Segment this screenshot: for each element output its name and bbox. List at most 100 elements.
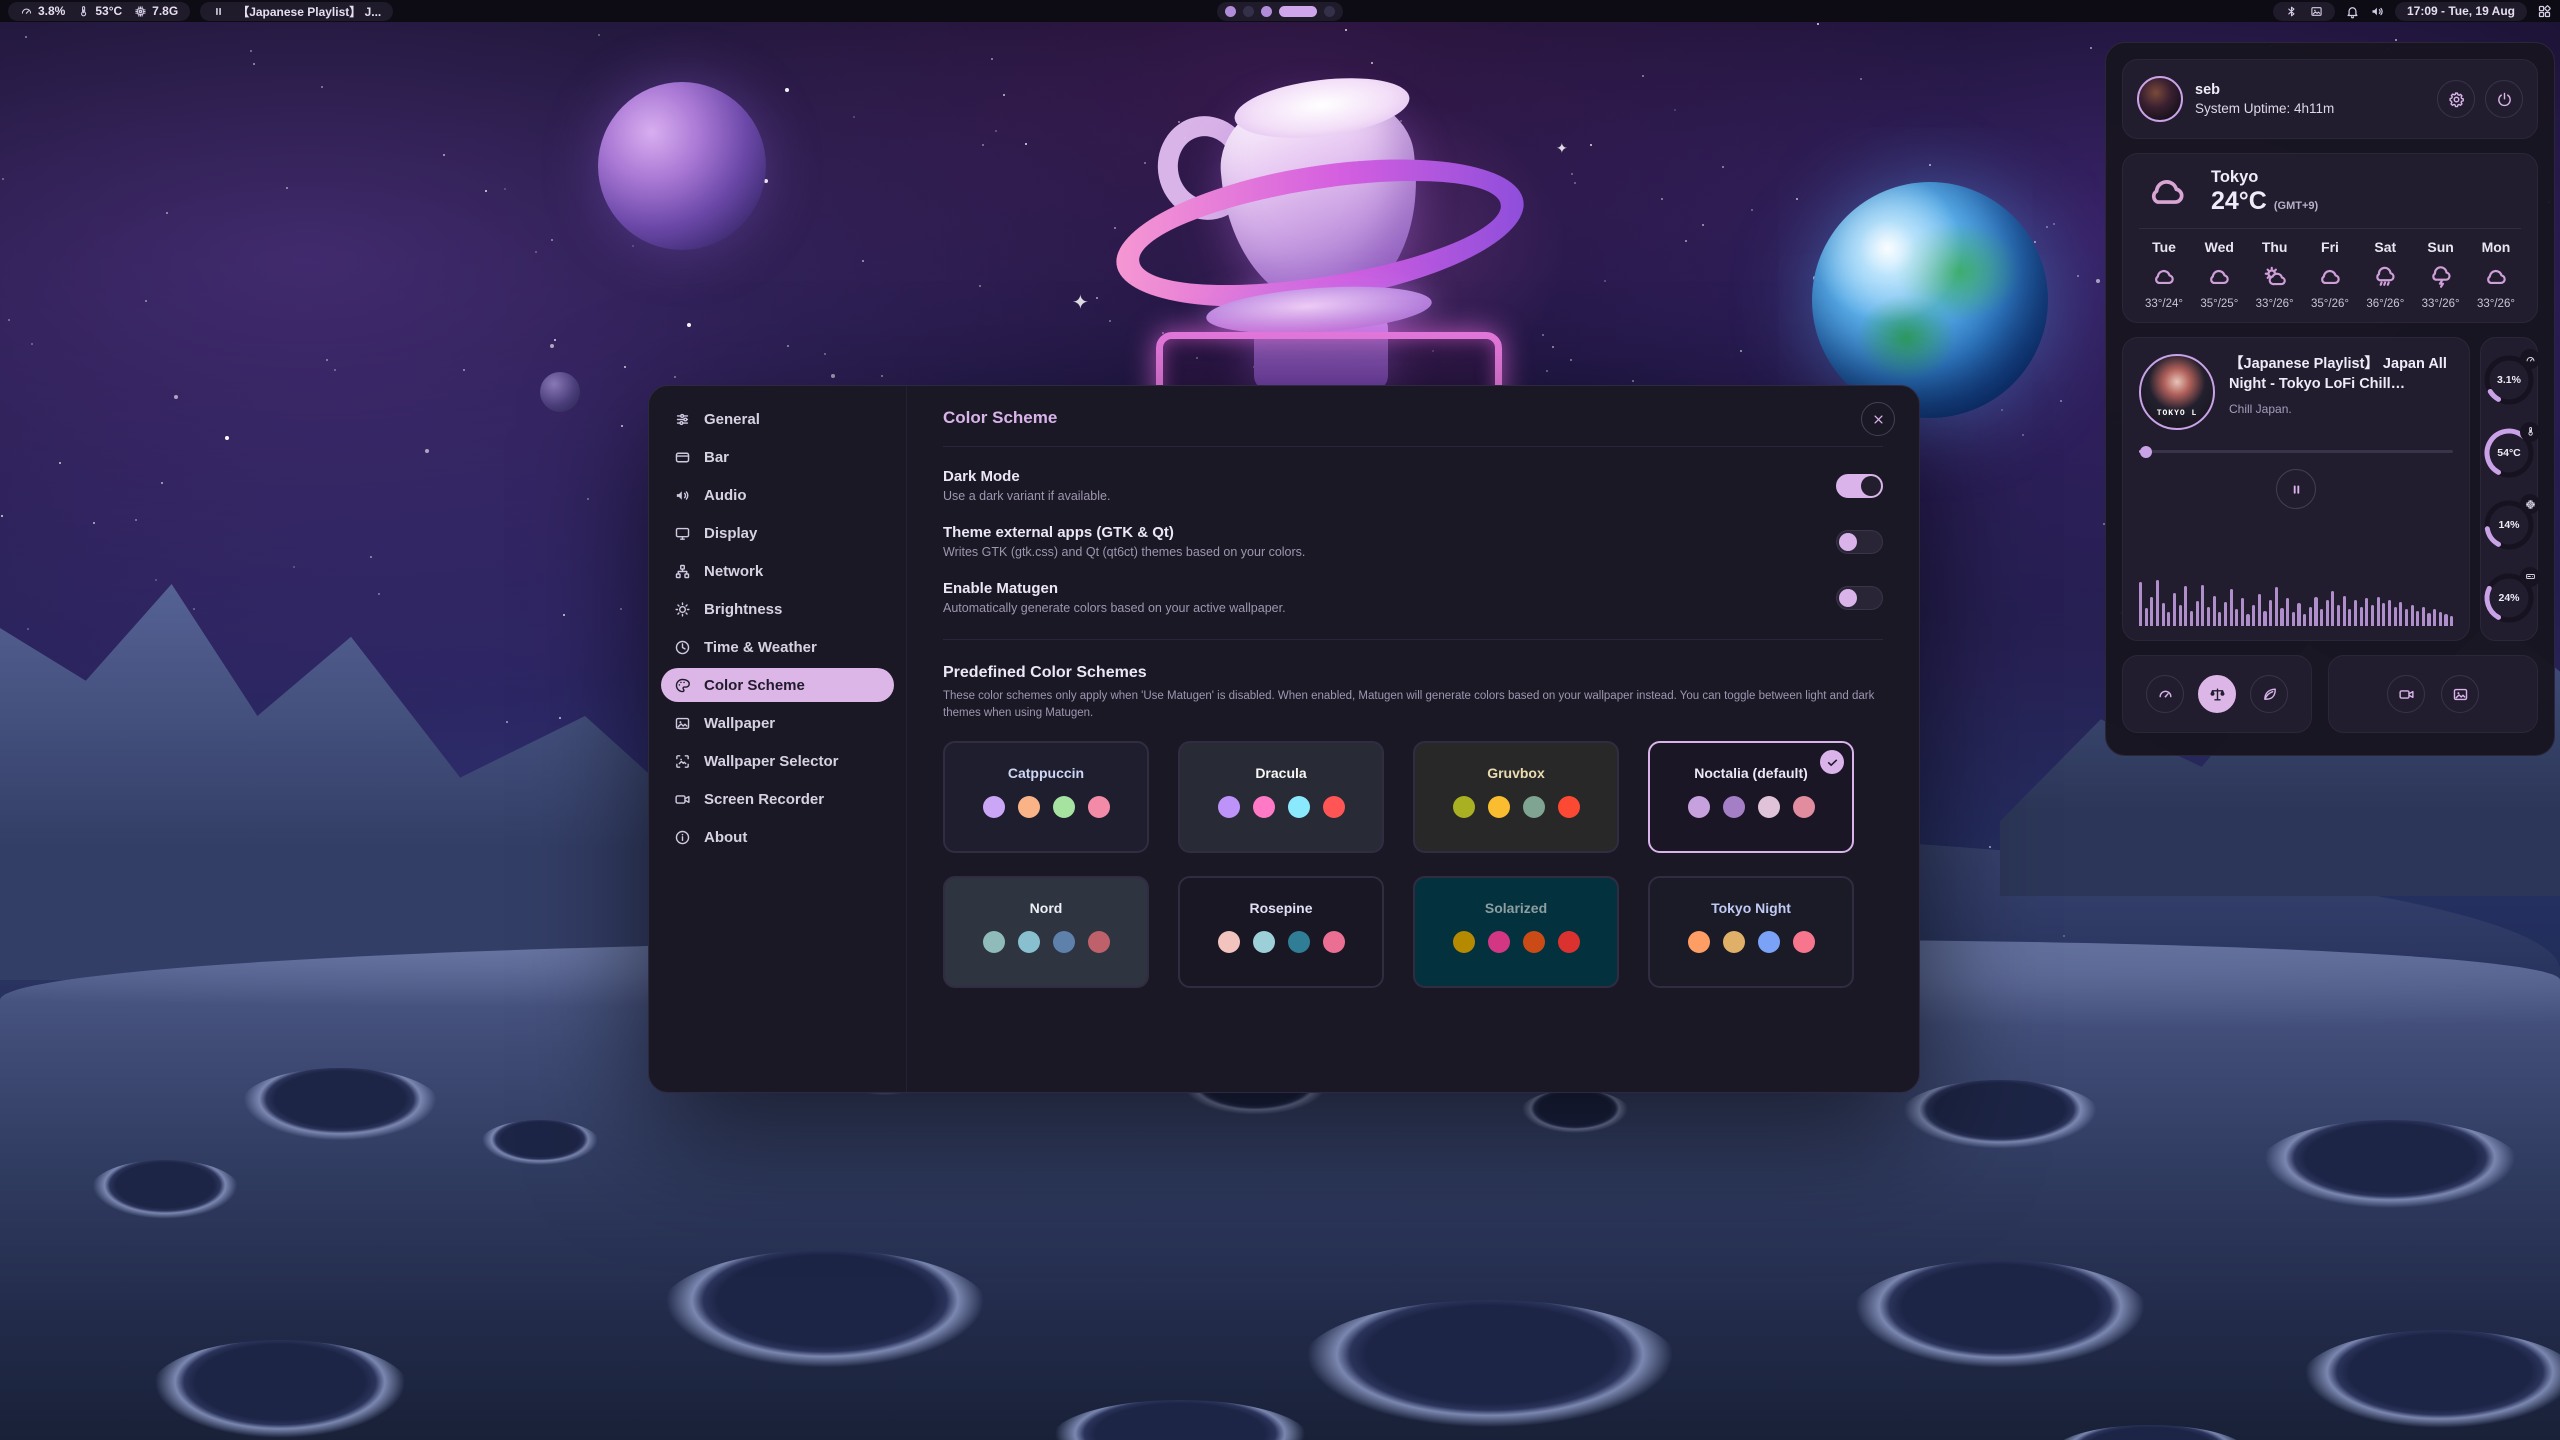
suncloud-icon (2262, 264, 2288, 290)
visualizer-bar (2444, 614, 2447, 626)
visualizer-bar (2201, 585, 2204, 626)
workspace-dot-focused[interactable] (1279, 6, 1317, 17)
shortcut-button-videocam[interactable] (2387, 675, 2425, 713)
scheme-name: Catppuccin (1008, 765, 1084, 781)
bell-icon[interactable] (2345, 4, 2360, 19)
visualizer-bar (2309, 607, 2312, 626)
sidebar-item-wallpaper[interactable]: Wallpaper (661, 706, 894, 740)
workspace-dot-occupied[interactable] (1261, 6, 1272, 17)
clock-pill[interactable]: 17:09 - Tue, 19 Aug (2395, 2, 2527, 21)
weather-card: Tokyo 24°C (GMT+9) Tue33°/24°Wed35°/25°T… (2122, 153, 2538, 323)
crater (1520, 1090, 1630, 1134)
sidebar-item-about[interactable]: About (661, 820, 894, 854)
clock-icon (674, 639, 691, 656)
profile-button-gauge[interactable] (2146, 675, 2184, 713)
scheme-card-dracula[interactable]: Dracula (1178, 741, 1384, 853)
wallpaper-icon[interactable] (2310, 5, 2323, 18)
sidebar-item-display[interactable]: Display (661, 516, 894, 550)
scheme-card-gruvbox[interactable]: Gruvbox (1413, 741, 1619, 853)
visualizer-bar (2382, 603, 2385, 626)
cloud-icon (2206, 264, 2232, 290)
system-stats-pill[interactable]: 3.8% 53°C 7.8G (8, 2, 190, 21)
profile-button-scales[interactable] (2198, 675, 2236, 713)
forecast-day-label: Thu (2262, 239, 2288, 255)
user-info: seb System Uptime: 4h11m (2195, 82, 2334, 116)
visualizer-bar (2348, 609, 2351, 626)
profile-button-leaf[interactable] (2250, 675, 2288, 713)
scheme-card-catppuccin[interactable]: Catppuccin (943, 741, 1149, 853)
section-description: These color schemes only apply when 'Use… (943, 688, 1883, 721)
scheme-name: Tokyo Night (1711, 900, 1791, 916)
sidebar-item-screen-recorder[interactable]: Screen Recorder (661, 782, 894, 816)
toggle-dark-mode[interactable] (1836, 474, 1883, 498)
sparkle: ✦ (1072, 290, 1089, 315)
workspace-dot-empty[interactable] (1324, 6, 1335, 17)
disk-icon (2520, 567, 2540, 587)
sidebar-item-color-scheme[interactable]: Color Scheme (661, 668, 894, 702)
visualizer-bar (2241, 598, 2244, 626)
seek-knob[interactable] (2140, 446, 2152, 458)
visualizer-bar (2427, 613, 2430, 626)
visualizer-bar (2331, 591, 2334, 626)
visualizer-bar (2235, 609, 2238, 626)
bluetooth-icon[interactable] (2285, 5, 2298, 18)
power-profiles-card (2122, 655, 2312, 733)
tray-pill[interactable] (2273, 2, 2335, 21)
scheme-name: Gruvbox (1487, 765, 1545, 781)
workspace-dot-occupied[interactable] (1225, 6, 1236, 17)
setting-title: Theme external apps (GTK & Qt) (943, 524, 1305, 541)
color-dot (1218, 931, 1240, 953)
scheme-colors (983, 796, 1110, 818)
storm-icon (2428, 264, 2454, 290)
sidebar-item-brightness[interactable]: Brightness (661, 592, 894, 626)
earth-planet (1812, 182, 2048, 418)
scheme-card-solarized[interactable]: Solarized (1413, 876, 1619, 988)
forecast-day-label: Wed (2205, 239, 2234, 255)
sidebar-item-bar[interactable]: Bar (661, 440, 894, 474)
crater (1900, 1080, 2100, 1150)
pause-button[interactable] (2276, 469, 2316, 509)
media-pill[interactable]: 【Japanese Playlist】 J... (200, 2, 393, 21)
sidebar-item-general[interactable]: General (661, 402, 894, 436)
settings-button[interactable] (2437, 80, 2475, 118)
forecast-day-label: Fri (2321, 239, 2339, 255)
scheme-card-tokyo-night[interactable]: Tokyo Night (1648, 876, 1854, 988)
visualizer-bar (2439, 612, 2442, 626)
videocam-icon (674, 791, 691, 808)
power-button[interactable] (2485, 80, 2523, 118)
shortcut-button-image[interactable] (2441, 675, 2479, 713)
sidebar-item-time-weather[interactable]: Time & Weather (661, 630, 894, 664)
control-panel: seb System Uptime: 4h11m Tokyo 24°C (GMT… (2105, 42, 2555, 756)
widgets-icon[interactable] (2537, 4, 2552, 19)
volume-icon[interactable] (2370, 4, 2385, 19)
visualizer-bar (2246, 614, 2249, 626)
toggle-enable-matugen[interactable] (1836, 586, 1883, 610)
crater (660, 1250, 990, 1370)
scheme-card-nord[interactable]: Nord (943, 876, 1149, 988)
divider (943, 639, 1883, 640)
cpu-usage-value: 3.8% (38, 4, 65, 18)
sidebar-item-network[interactable]: Network (661, 554, 894, 588)
gauge-icon (2520, 349, 2540, 369)
sidebar-item-label: Display (704, 525, 757, 542)
close-button[interactable] (1861, 402, 1895, 436)
seek-bar[interactable] (2139, 450, 2453, 453)
sidebar-item-audio[interactable]: Audio (661, 478, 894, 512)
visualizer-bar (2218, 612, 2221, 626)
track-artist: Chill Japan. (2229, 402, 2453, 416)
toggle-theme-external-apps-gtk-qt[interactable] (1836, 530, 1883, 554)
temp-value: 53°C (95, 4, 122, 18)
visualizer-bar (2411, 605, 2414, 626)
visualizer-bar (2162, 603, 2165, 626)
color-dot (1523, 796, 1545, 818)
sidebar-item-wallpaper-selector[interactable]: Wallpaper Selector (661, 744, 894, 778)
workspace-indicator[interactable] (1217, 2, 1343, 21)
sidebar-item-label: Network (704, 563, 763, 580)
color-dot (1053, 796, 1075, 818)
top-bar-right: 17:09 - Tue, 19 Aug (2273, 2, 2552, 21)
workspace-dot-empty[interactable] (1243, 6, 1254, 17)
scheme-name: Noctalia (default) (1694, 765, 1808, 781)
scheme-card-rosepine[interactable]: Rosepine (1178, 876, 1384, 988)
scheme-card-noctalia-default[interactable]: Noctalia (default) (1648, 741, 1854, 853)
small-moon (540, 372, 580, 412)
